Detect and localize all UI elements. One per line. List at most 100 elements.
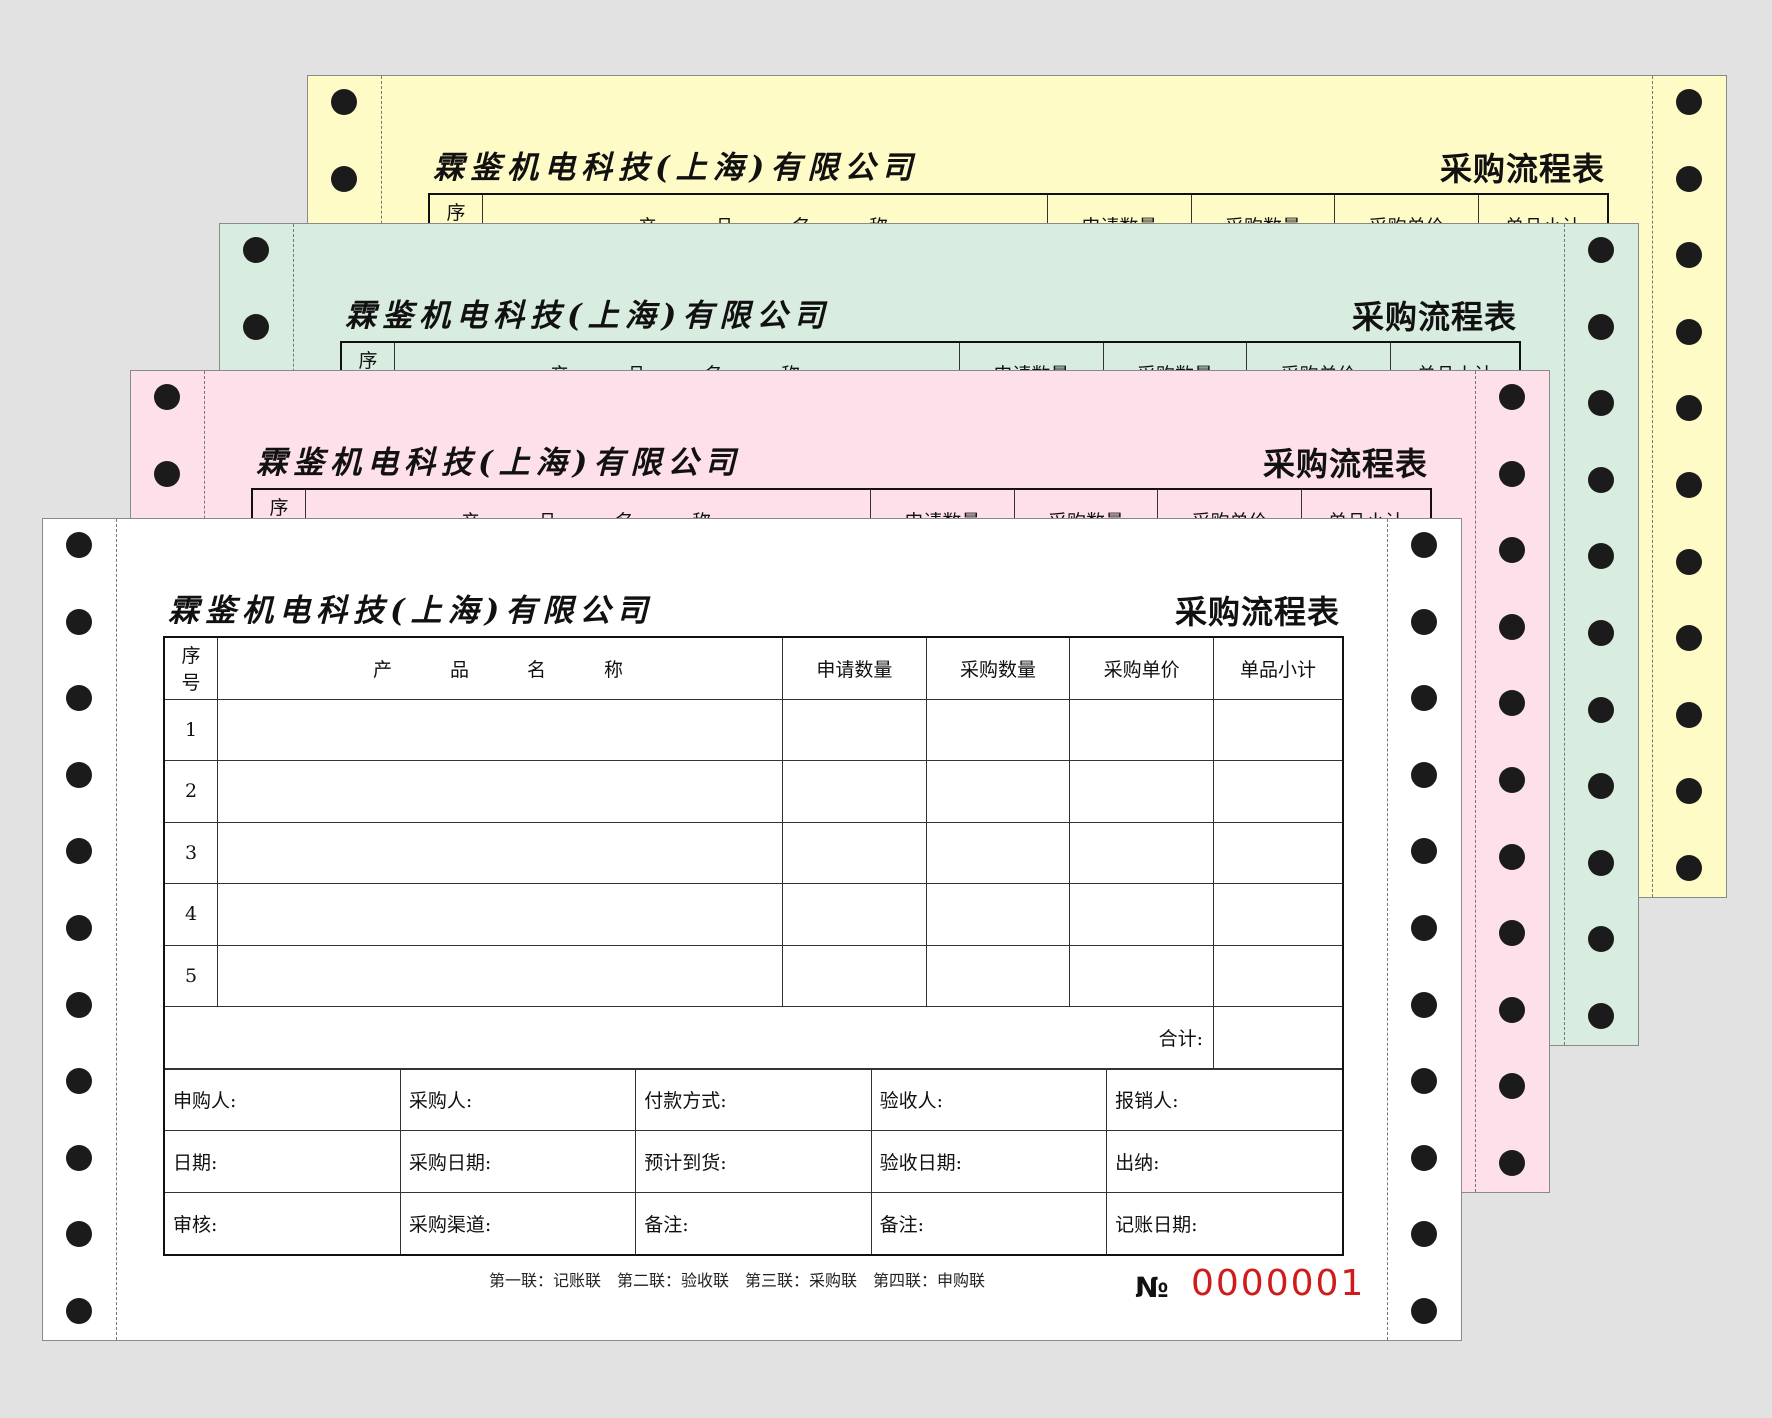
punch-hole	[1676, 625, 1702, 652]
punch-hole	[1499, 920, 1525, 947]
product-name-cell[interactable]	[217, 698, 783, 761]
perforation-line-right	[1652, 76, 1653, 897]
punch-hole	[1499, 460, 1525, 487]
form-title: 采购流程表	[1174, 593, 1340, 631]
table-row: 3	[165, 821, 1342, 884]
unit-price-cell[interactable]	[1069, 821, 1214, 884]
row-seq: 1	[165, 698, 218, 761]
purchase-qty-cell[interactable]	[925, 698, 1071, 761]
perforation-line-right	[1387, 519, 1388, 1340]
perforation-line-left	[116, 519, 117, 1340]
form-table-frame: 序号 产 品 名 称 申请数量 采购数量 采购单价 单品小计 1 2 3 4 5…	[163, 636, 1344, 1256]
subtotal-cell[interactable]	[1213, 883, 1342, 946]
punch-hole	[1411, 1068, 1437, 1095]
product-name-cell[interactable]	[217, 821, 783, 884]
accounting-date-field[interactable]: 记账日期:	[1106, 1191, 1342, 1254]
punch-hole	[1588, 390, 1614, 417]
col-unit-price-header: 采购单价	[1069, 638, 1214, 700]
product-name-cell[interactable]	[217, 944, 783, 1007]
requested-qty-cell[interactable]	[782, 760, 927, 823]
punch-hole	[1499, 767, 1525, 793]
requested-qty-cell[interactable]	[782, 821, 927, 884]
punch-hole	[1588, 237, 1614, 263]
inspection-date-field[interactable]: 验收日期:	[870, 1130, 1108, 1193]
subtotal-cell[interactable]	[1213, 698, 1342, 761]
punch-hole	[66, 991, 92, 1018]
col-seq-header: 序号	[165, 638, 218, 700]
purchase-qty-cell[interactable]	[925, 821, 1071, 884]
unit-price-cell[interactable]	[1069, 698, 1214, 761]
punch-hole	[1676, 472, 1702, 498]
remarks-field[interactable]: 备注:	[635, 1191, 872, 1254]
punch-hole	[331, 165, 357, 192]
tractor-holes-right	[1653, 76, 1726, 897]
punch-hole	[1411, 532, 1437, 558]
company-name: 霖鉴机电科技(上海)有限公司	[433, 150, 919, 186]
perforation-line-right	[1564, 224, 1565, 1045]
reimburser-field[interactable]: 报销人:	[1106, 1068, 1342, 1131]
punch-hole	[1499, 613, 1525, 640]
purchase-channel-field[interactable]: 采购渠道:	[399, 1191, 637, 1254]
form-title: 采购流程表	[1439, 150, 1605, 188]
row-seq: 5	[165, 944, 218, 1007]
expected-arrival-field[interactable]: 预计到货:	[635, 1130, 872, 1193]
unit-price-cell[interactable]	[1069, 944, 1214, 1007]
purchase-date-field[interactable]: 采购日期:	[399, 1130, 637, 1193]
punch-hole	[66, 761, 92, 788]
punch-hole	[1588, 620, 1614, 646]
punch-hole	[1411, 915, 1437, 941]
tractor-holes-right	[1476, 371, 1549, 1192]
unit-price-cell[interactable]	[1069, 883, 1214, 946]
serial-number-label: №	[1135, 1271, 1169, 1304]
punch-hole	[1588, 926, 1614, 953]
punch-hole	[1676, 165, 1702, 192]
punch-hole	[1676, 701, 1702, 728]
applicant-field[interactable]: 申购人:	[165, 1068, 401, 1131]
subtotal-cell[interactable]	[1213, 821, 1342, 884]
date-field[interactable]: 日期:	[165, 1130, 401, 1193]
punch-hole	[1676, 778, 1702, 805]
product-name-cell[interactable]	[217, 760, 783, 823]
subtotal-cell[interactable]	[1213, 760, 1342, 823]
tractor-holes-right	[1565, 224, 1638, 1045]
items-table: 序号 产 品 名 称 申请数量 采购数量 采购单价 单品小计 1 2 3 4 5…	[165, 638, 1342, 1069]
company-name: 霖鉴机电科技(上海)有限公司	[168, 593, 654, 629]
inspector-field[interactable]: 验收人:	[870, 1068, 1108, 1131]
table-row: 1	[165, 698, 1342, 761]
purchase-qty-cell[interactable]	[925, 883, 1071, 946]
purchase-qty-cell[interactable]	[925, 760, 1071, 823]
perforation-line-right	[1475, 371, 1476, 1192]
total-row: 合计:	[165, 1006, 1342, 1069]
product-name-cell[interactable]	[217, 883, 783, 946]
punch-hole	[154, 460, 180, 487]
punch-hole	[1411, 1144, 1437, 1171]
total-value-cell[interactable]	[1213, 1006, 1342, 1069]
col-requested-qty-header: 申请数量	[782, 638, 927, 700]
review-field[interactable]: 审核:	[165, 1191, 401, 1254]
purchaser-field[interactable]: 采购人:	[399, 1068, 637, 1131]
punch-hole	[1676, 855, 1702, 881]
unit-price-cell[interactable]	[1069, 760, 1214, 823]
punch-hole	[66, 1068, 92, 1095]
requested-qty-cell[interactable]	[782, 698, 927, 761]
requested-qty-cell[interactable]	[782, 883, 927, 946]
punch-hole	[1588, 773, 1614, 800]
punch-hole	[1411, 685, 1437, 712]
company-name: 霖鉴机电科技(上海)有限公司	[256, 445, 742, 481]
punch-hole	[1411, 1298, 1437, 1324]
cashier-field[interactable]: 出纳:	[1106, 1130, 1342, 1193]
punch-hole	[1588, 543, 1614, 570]
subtotal-cell[interactable]	[1213, 944, 1342, 1007]
punch-hole	[1676, 318, 1702, 345]
remarks-field-2[interactable]: 备注:	[870, 1191, 1108, 1254]
payment-method-field[interactable]: 付款方式:	[635, 1068, 872, 1131]
purchase-qty-cell[interactable]	[925, 944, 1071, 1007]
punch-hole	[331, 89, 357, 115]
requested-qty-cell[interactable]	[782, 944, 927, 1007]
punch-hole	[66, 1298, 92, 1324]
punch-hole	[1676, 89, 1702, 115]
row-seq: 3	[165, 821, 218, 884]
signature-row: 申购人: 采购人: 付款方式: 验收人: 报销人:	[165, 1068, 1342, 1131]
form-title: 采购流程表	[1262, 445, 1428, 483]
punch-hole	[66, 915, 92, 941]
